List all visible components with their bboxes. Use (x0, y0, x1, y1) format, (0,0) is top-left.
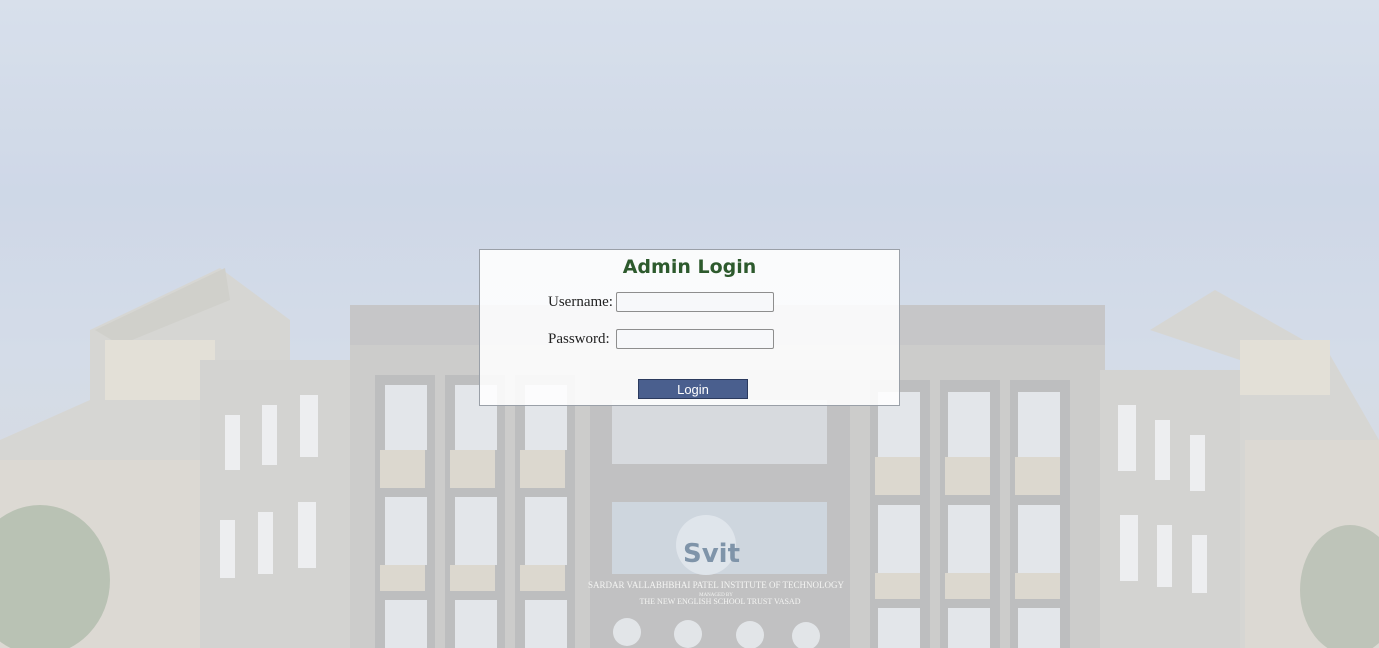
password-label: Password: (548, 330, 610, 347)
login-button[interactable]: Login (638, 379, 748, 399)
password-row: Password: (548, 328, 774, 350)
username-input[interactable] (615, 292, 774, 312)
login-title: Admin Login (622, 256, 757, 278)
password-input[interactable] (615, 329, 774, 349)
username-row: Username: (548, 291, 774, 313)
admin-login-panel: Admin Login Username: Password: Login (479, 249, 900, 406)
username-label: Username: (548, 293, 613, 310)
